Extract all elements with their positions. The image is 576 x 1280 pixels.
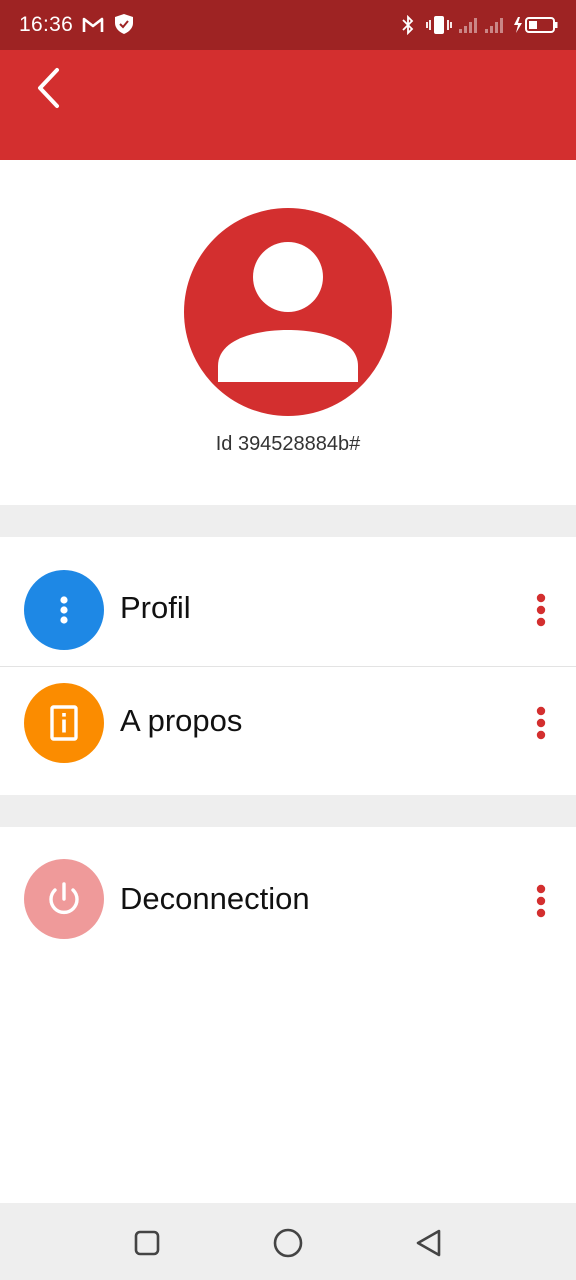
home-circle-icon[interactable] <box>268 1223 308 1263</box>
menu-item-label: A propos <box>120 703 243 738</box>
menu-item-deconnection[interactable]: Deconnection <box>0 827 576 955</box>
bluetooth-icon <box>402 15 414 35</box>
shield-icon <box>115 14 133 34</box>
signal-icon <box>459 18 477 33</box>
dots-vertical-icon <box>60 596 68 624</box>
app-bar <box>0 50 576 160</box>
recents-square-icon[interactable] <box>127 1223 167 1263</box>
profil-icon-circle <box>24 570 104 650</box>
section-divider <box>0 505 576 537</box>
gmail-icon <box>82 17 104 32</box>
section-divider <box>0 795 576 827</box>
user-id-label: Id 394528884b# <box>215 433 361 455</box>
a-propos-icon-circle <box>24 683 104 763</box>
status-time: 16:36 <box>19 13 74 36</box>
chevron-left-icon <box>38 68 59 108</box>
back-triangle-icon[interactable] <box>409 1223 449 1263</box>
avatar <box>184 208 392 416</box>
menu-item-a-propos[interactable]: A propos <box>0 667 576 795</box>
profile-header: Id 394528884b# <box>0 160 576 505</box>
more-vert-icon[interactable] <box>528 881 554 921</box>
menu-item-label: Profil <box>120 590 191 625</box>
info-icon <box>50 705 78 741</box>
more-vert-icon[interactable] <box>528 590 554 630</box>
power-icon <box>49 882 79 914</box>
person-icon <box>218 242 358 382</box>
signal-icon <box>485 18 503 33</box>
system-nav-bar <box>0 1203 576 1280</box>
vibrate-icon <box>426 16 452 34</box>
menu-item-label: Deconnection <box>120 881 310 916</box>
battery-icon <box>514 17 558 33</box>
status-bar: 16:36 <box>0 0 576 50</box>
menu-item-profil[interactable]: Profil <box>0 538 576 666</box>
more-vert-icon[interactable] <box>528 703 554 743</box>
deconnection-icon-circle <box>24 859 104 939</box>
back-button[interactable] <box>22 58 74 110</box>
